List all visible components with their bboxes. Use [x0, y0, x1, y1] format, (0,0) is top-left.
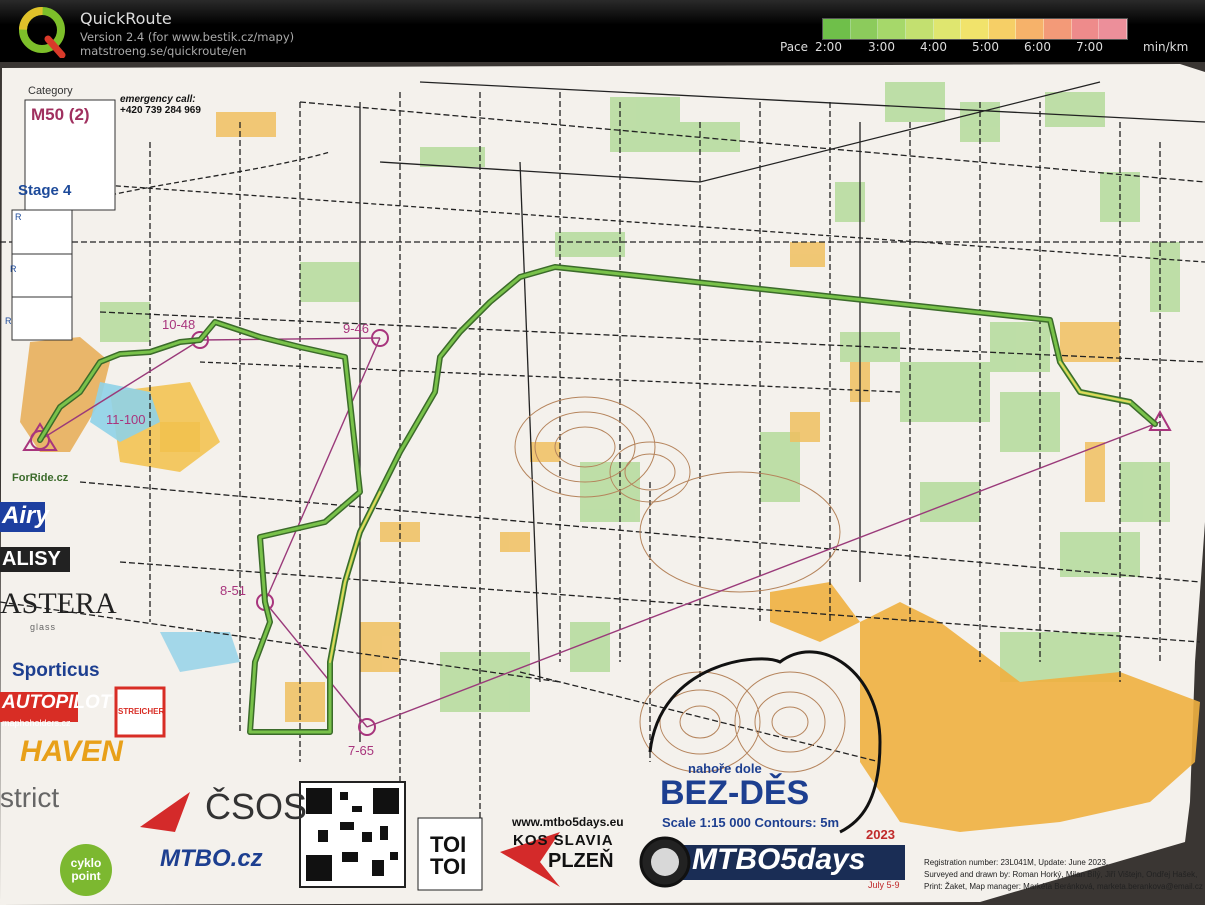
pace-color-swatch: [988, 19, 1017, 39]
control-label: 11-100: [106, 412, 146, 427]
app-header: QuickRoute Version 2.4 (for www.bestik.c…: [0, 0, 1205, 62]
control-label: 10-48: [162, 317, 196, 332]
website-link[interactable]: matstroeng.se/quickroute/en: [80, 44, 294, 58]
pace-tick: 4:00: [920, 40, 947, 54]
sponsor-toitoi: TOI TOI: [430, 832, 467, 879]
app-version: Version 2.4 (for www.bestik.cz/mapy) mat…: [80, 30, 294, 58]
sponsor-cyklopoint: cyklo point: [70, 856, 102, 883]
pace-color-swatch: [1044, 19, 1072, 39]
relay-mark: R: [15, 212, 22, 222]
pace-color-scale: [822, 18, 1128, 40]
pace-color-swatch: [961, 19, 989, 39]
sponsor-autopilot: AUTOPILOT: [2, 692, 112, 713]
sponsor-airy: Airy: [2, 502, 49, 529]
pace-tick: 3:00: [868, 40, 895, 54]
pace-color-swatch: [823, 19, 851, 39]
emergency-label: emergency call:: [120, 94, 196, 105]
sponsor-mapholders: maphoholders.cz: [2, 718, 71, 728]
sponsor-alisy: ALISY: [2, 548, 61, 570]
pace-unit: min/km: [1143, 40, 1189, 54]
credit-line: Surveyed and drawn by: Roman Horký, Mila…: [924, 870, 1198, 879]
pace-tick: 6:00: [1024, 40, 1051, 54]
event-logo: MTBO5days: [692, 843, 866, 876]
sponsor-csos: ČSOS: [205, 786, 308, 827]
control-label: 9-46: [343, 321, 370, 336]
category-label: Category: [28, 85, 73, 97]
pace-label: Pace: [780, 40, 809, 54]
control-label: 7-65: [348, 743, 375, 758]
pace-tick: 2:00: [815, 40, 842, 54]
pace-color-swatch: [933, 19, 962, 39]
app-title: QuickRoute: [80, 9, 172, 28]
club-line1: KOS SLAVIA: [513, 832, 614, 849]
relay-mark: R: [5, 316, 12, 326]
sponsor-strict: strict: [0, 782, 60, 813]
pace-color-swatch: [1071, 19, 1100, 39]
relay-mark: R: [10, 264, 17, 274]
pace-color-swatch: [850, 19, 879, 39]
control-label: 8-51: [220, 583, 247, 598]
event-dates: July 5-9: [868, 880, 900, 890]
club-line2: PLZEŇ: [548, 850, 614, 872]
sponsor-astera: ASTERA: [0, 587, 117, 620]
credit-line: Print: Žaket, Map manager: Markéta Berán…: [924, 882, 1203, 891]
map-canvas[interactable]: [0, 62, 1205, 905]
category-value: M50 (2): [31, 105, 90, 124]
stage-label: Stage 4: [18, 182, 72, 199]
sponsor-mtbo-cz: MTBO.cz: [160, 845, 263, 872]
emergency-phone: +420 739 284 969: [120, 105, 201, 116]
relay-box: [11, 209, 73, 341]
quickroute-logo-icon: [19, 7, 66, 58]
pace-color-swatch: [1016, 19, 1045, 39]
pace-color-swatch: [905, 19, 934, 39]
pace-tick: 5:00: [972, 40, 999, 54]
website-text: www.mtbo5days.eu: [512, 815, 624, 829]
pace-color-swatch: [1099, 19, 1128, 39]
sponsor-sporticus: Sporticus: [12, 660, 100, 681]
pace-tick: 7:00: [1076, 40, 1103, 54]
event-year: 2023: [866, 827, 895, 842]
sponsor-streicher: STREICHER: [118, 707, 165, 716]
sponsor-haven: HAVEN: [20, 735, 123, 768]
map-title: BEZ-DĚS: [660, 774, 810, 812]
version-line: Version 2.4 (for www.bestik.cz/mapy): [80, 30, 295, 44]
map-scale: Scale 1:15 000 Contours: 5m: [662, 815, 840, 830]
pace-color-swatch: [878, 19, 906, 39]
credit-line: Registration number: 23L041M, Update: Ju…: [924, 858, 1109, 867]
sponsor-astera-sub: glass: [30, 622, 57, 632]
orienteering-map[interactable]: Category M50 (2) emergency call: +420 73…: [0, 62, 1205, 905]
sponsor-forride: ForRide.cz: [12, 472, 69, 484]
